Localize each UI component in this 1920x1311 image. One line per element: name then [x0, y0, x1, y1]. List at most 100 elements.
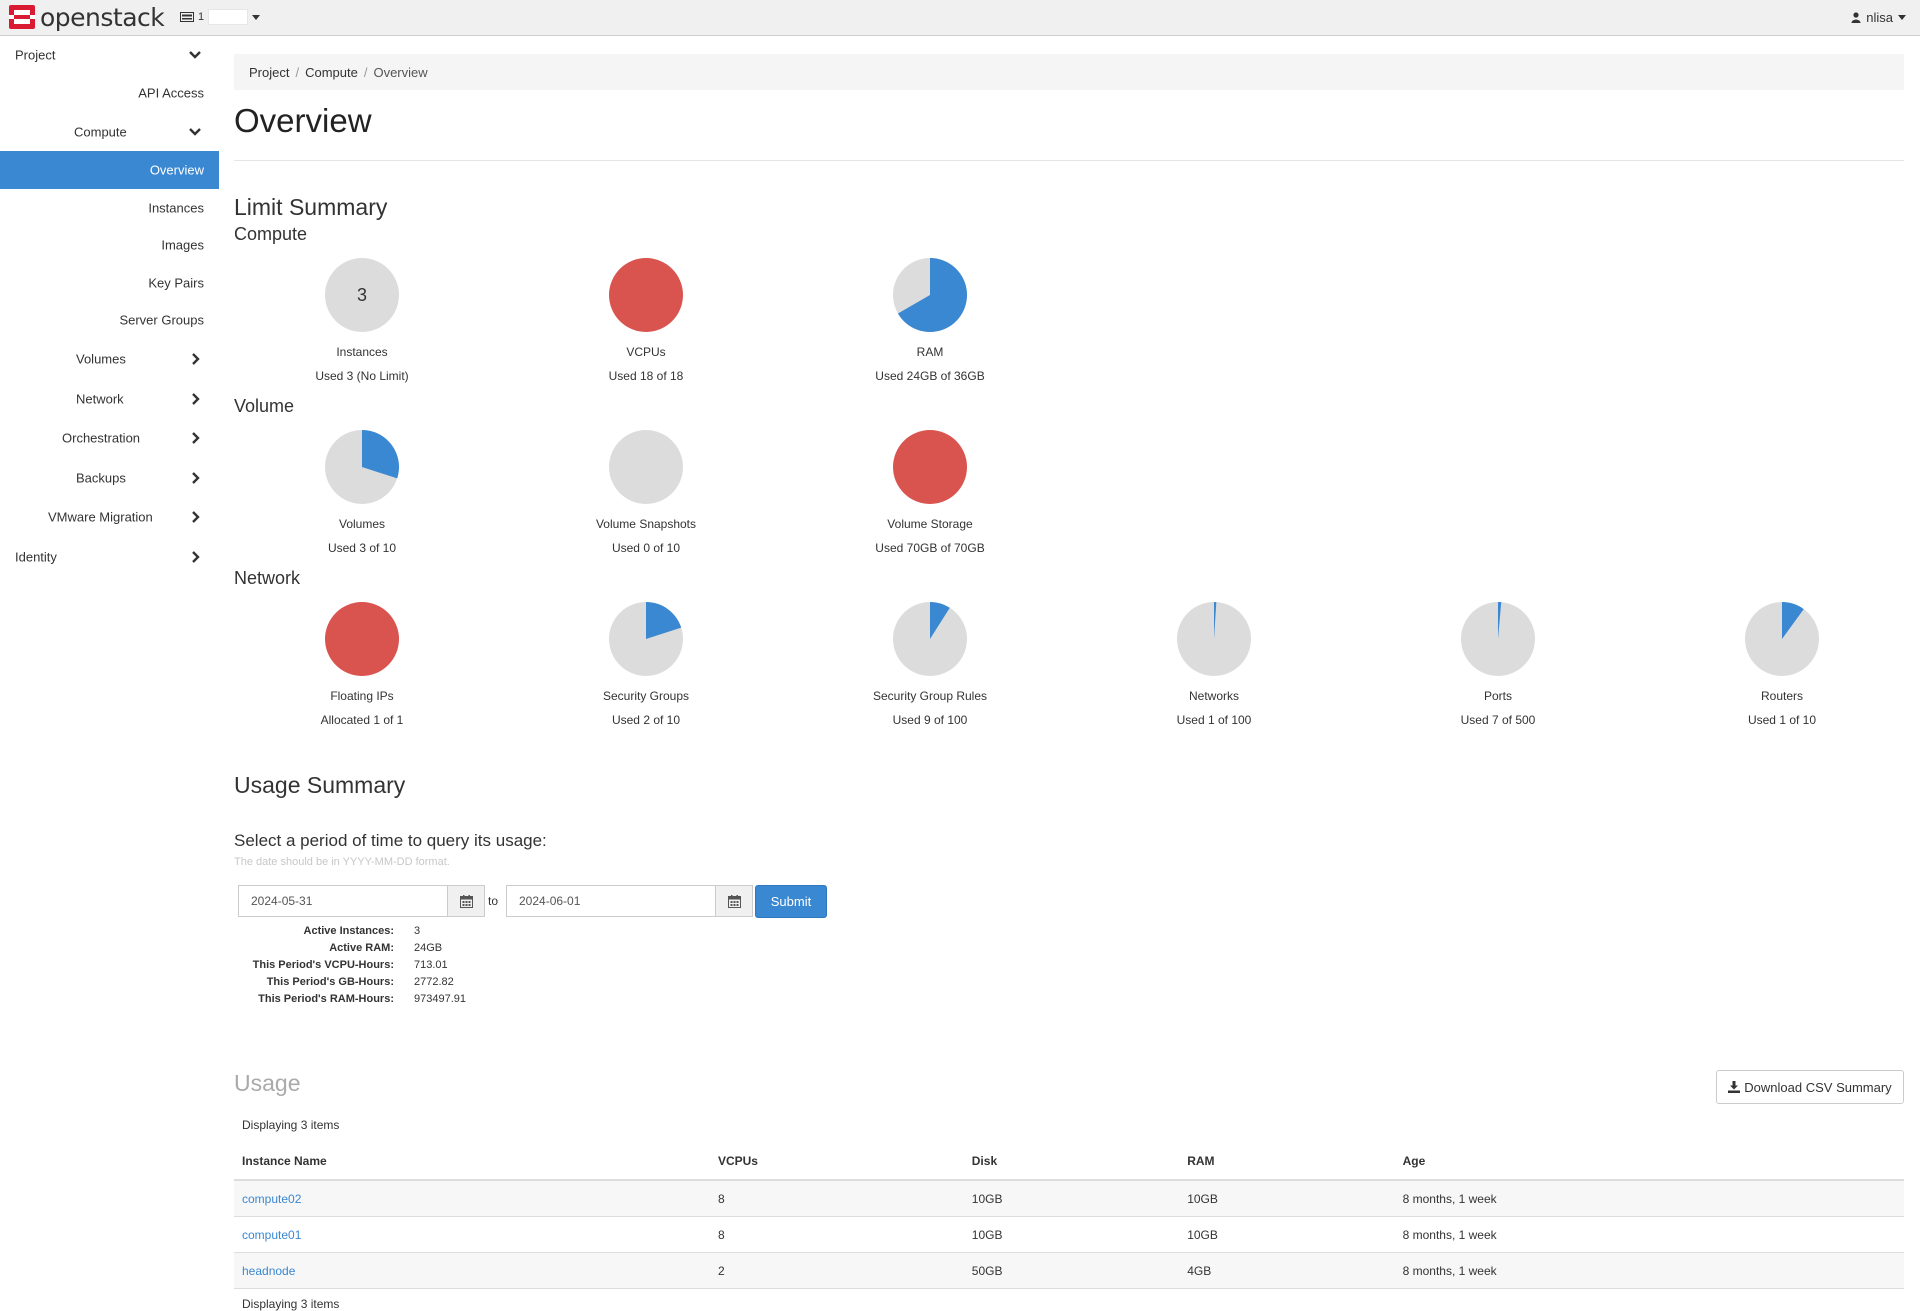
sidebar-item-label: Network	[76, 391, 124, 406]
chevron-right-icon	[192, 471, 200, 484]
username: nlisa	[1866, 10, 1893, 25]
download-csv-button[interactable]: Download CSV Summary	[1716, 1070, 1904, 1104]
chevron-down-icon	[189, 50, 201, 59]
sidebar-item-label: VMware Migration	[48, 509, 153, 525]
end-date-input[interactable]: 2024-06-01	[506, 885, 715, 917]
pie-chart	[1745, 602, 1819, 676]
quota-chart-title: Floating IPs	[330, 689, 394, 703]
chevron-right-icon	[192, 551, 200, 563]
quota-chart-usage: Used 3 (No Limit)	[315, 369, 409, 383]
usage-stat-value: 3	[414, 924, 421, 937]
end-date-picker-button[interactable]	[715, 885, 753, 917]
date-format-help: The date should be in YYYY-MM-DD format.	[234, 856, 450, 868]
instance-link[interactable]: compute02	[242, 1192, 301, 1206]
table-row: compute01 8 10GB 10GB 8 months, 1 week	[234, 1216, 1904, 1253]
quota-chart-usage: Used 24GB of 36GB	[875, 369, 985, 383]
pie-background	[609, 258, 683, 332]
instance-link[interactable]: compute01	[242, 1228, 301, 1242]
instance-link[interactable]: headnode	[242, 1264, 295, 1278]
quota-chart-usage: Used 7 of 500	[1460, 713, 1536, 727]
column-header-ram[interactable]: RAM	[1179, 1143, 1395, 1181]
calendar-icon	[727, 894, 741, 908]
quota-chart-ram: RAM Used 24GB of 36GB	[830, 257, 1030, 383]
user-menu[interactable]: nlisa	[1851, 10, 1906, 25]
sidebar-item-label: Orchestration	[62, 430, 141, 446]
sidebar-item-label: Server Groups	[119, 312, 204, 328]
breadcrumb-compute[interactable]: Compute	[305, 65, 358, 80]
sidebar-item-label: Instances	[148, 200, 204, 215]
project-selector[interactable]: 1	[180, 9, 261, 25]
table-header-row: Instance Name VCPUs Disk RAM Age	[234, 1143, 1904, 1181]
quota-chart-title: Volume Storage	[887, 517, 973, 531]
quota-chart-security-group-rules: Security Group Rules Used 9 of 100	[830, 601, 1030, 727]
usage-stat-label: This Period's VCPU-Hours:	[252, 958, 394, 971]
usage-summary-title: Usage Summary	[234, 772, 406, 798]
quota-chart-title: RAM	[916, 345, 944, 359]
download-icon	[1728, 1081, 1741, 1093]
breadcrumb-overview: Overview	[373, 64, 428, 80]
sidebar-item-label: Key Pairs	[148, 275, 204, 290]
usage-table: Instance Name VCPUs Disk RAM Age compute02 8 1…	[234, 1143, 1904, 1289]
user-icon	[1851, 12, 1861, 23]
server-icon	[180, 12, 194, 22]
pie-center-value: 3	[356, 285, 367, 305]
sidebar-item-vmware-migration[interactable]: VMware Migration	[0, 497, 219, 537]
usage-stat-value: 24GB	[414, 941, 443, 954]
sidebar-item-compute[interactable]: Compute	[0, 112, 219, 151]
breadcrumb-project[interactable]: Project	[249, 65, 289, 80]
to-label: to	[488, 894, 499, 908]
end-date-group: 2024-06-01	[506, 885, 753, 917]
sidebar-item-volumes[interactable]: Volumes	[0, 339, 219, 379]
page-title: Overview	[234, 102, 372, 139]
pie-background	[609, 430, 683, 504]
sidebar-item-images[interactable]: Images	[0, 226, 219, 264]
table-cell-vcpus: 8	[709, 1180, 964, 1217]
sidebar-item-label: Project	[15, 47, 56, 62]
start-date-group: 2024-05-31	[238, 885, 485, 917]
sidebar: Project API Access Compute Overview Instance…	[0, 36, 219, 577]
table-row: compute02 8 10GB 10GB 8 months, 1 week	[234, 1180, 1904, 1217]
column-header-age[interactable]: Age	[1394, 1143, 1904, 1181]
sidebar-item-api-access[interactable]: API Access	[0, 73, 219, 112]
pie-chart	[609, 258, 683, 332]
sidebar-item-label: Overview	[149, 162, 204, 178]
pie-chart	[1177, 602, 1251, 676]
sidebar-item-identity[interactable]: Identity	[0, 537, 219, 577]
quota-chart-usage: Used 1 of 100	[1176, 713, 1252, 727]
sidebar-item-label: API Access	[138, 85, 204, 100]
submit-button[interactable]: Submit	[755, 885, 827, 918]
sidebar-item-server-groups[interactable]: Server Groups	[0, 301, 219, 339]
quota-chart-usage: Used 3 of 10	[327, 541, 397, 555]
column-header-disk[interactable]: Disk	[963, 1143, 1180, 1181]
table-cell-ram: 10GB	[1179, 1180, 1395, 1217]
caret-down-icon	[1898, 15, 1906, 20]
sidebar-item-backups[interactable]: Backups	[0, 458, 219, 497]
sidebar-item-project[interactable]: Project	[0, 36, 219, 73]
quota-chart-usage: Allocated 1 of 1	[320, 713, 404, 727]
project-name-redacted	[208, 9, 249, 25]
start-date-picker-button[interactable]	[447, 885, 485, 917]
column-header-vcpus[interactable]: VCPUs	[709, 1143, 964, 1181]
column-header-instance-name[interactable]: Instance Name	[234, 1143, 710, 1181]
table-cell-instance-name: headnode	[234, 1252, 710, 1289]
sidebar-item-label: Identity	[15, 549, 57, 565]
quota-chart-title: Security Group Rules	[872, 689, 988, 703]
pie-chart	[609, 430, 683, 504]
usage-stat-row: This Period's VCPU-Hours: 713.01	[234, 956, 466, 973]
sidebar-item-instances[interactable]: Instances	[0, 189, 219, 226]
usage-stat-value: 2772.82	[414, 975, 454, 988]
sidebar-item-key-pairs[interactable]: Key Pairs	[0, 264, 219, 301]
sidebar-item-network[interactable]: Network	[0, 379, 219, 418]
sidebar-item-orchestration[interactable]: Orchestration	[0, 418, 219, 458]
pie-chart	[609, 602, 683, 676]
start-date-input[interactable]: 2024-05-31	[238, 885, 447, 917]
usage-stat-row: Active RAM: 24GB	[234, 939, 466, 956]
quota-chart-networks: Networks Used 1 of 100	[1114, 601, 1314, 727]
usage-stat-row: This Period's GB-Hours: 2772.82	[234, 973, 466, 990]
usage-stat-label: This Period's GB-Hours:	[266, 975, 394, 988]
usage-stat-label: Active RAM:	[329, 941, 394, 954]
quota-chart-floating-ips: Floating IPs Allocated 1 of 1	[262, 601, 462, 727]
sidebar-item-overview[interactable]: Overview	[0, 151, 219, 189]
openstack-logo[interactable]: openstack	[8, 3, 165, 32]
usage-stat-label: This Period's RAM-Hours:	[258, 992, 394, 1005]
